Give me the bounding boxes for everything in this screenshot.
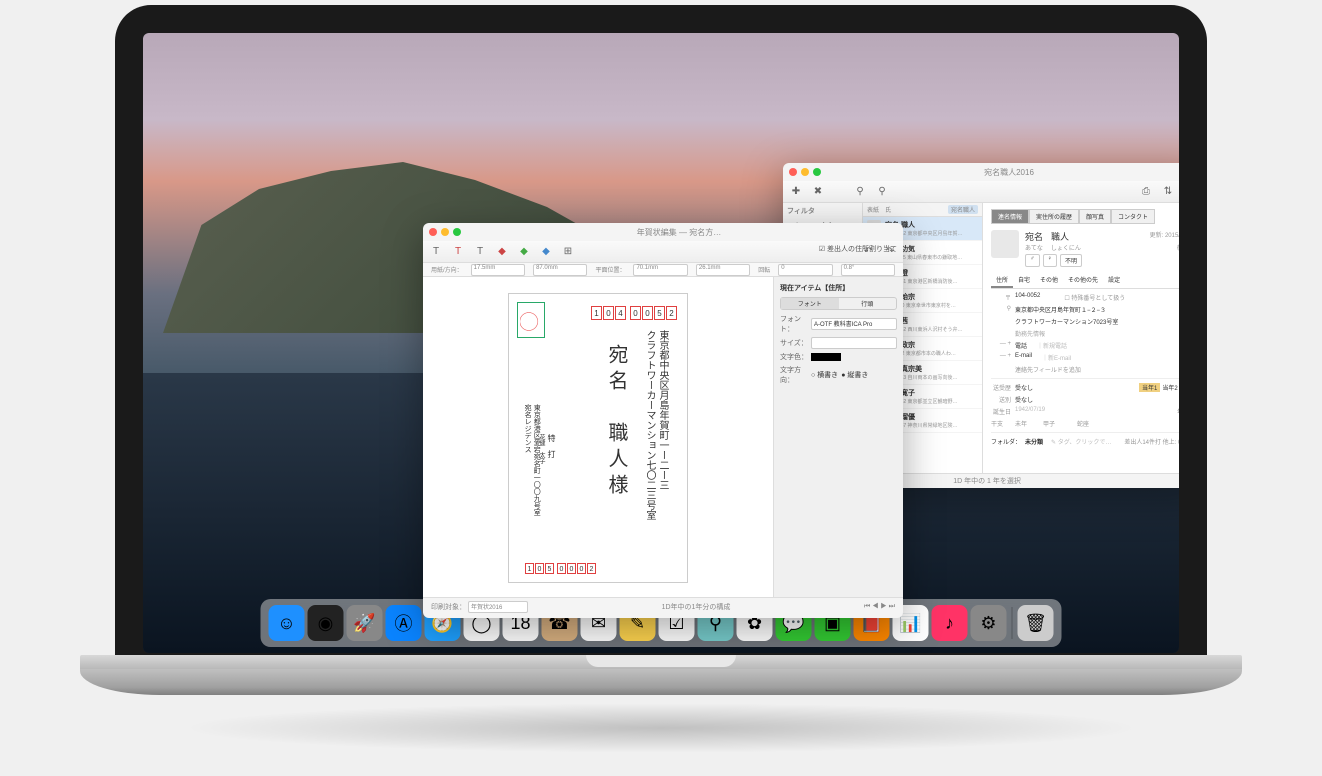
sender-name[interactable]: 特 打花健 太子 [537,434,557,464]
dock-finder-icon[interactable]: ☺ [269,605,305,641]
dock-settings-icon[interactable]: ⚙ [971,605,1007,641]
dock-music-icon[interactable]: ♪ [932,605,968,641]
tab-line[interactable]: 行頭 [839,298,897,309]
avatar[interactable] [991,230,1019,258]
minimize-icon[interactable] [801,168,809,176]
window-title: 年賀状編集 — 宛名方… [461,227,897,238]
toolbar: T T T ◆ ◆ ◆ ⊞ ↶ ↷ ☑ 差出人の住所割り当て [423,241,903,263]
close-icon[interactable] [789,168,797,176]
dock-siri-icon[interactable]: ◉ [308,605,344,641]
status-bar: 印刷対象： 年賀状2016 1D年中の1年分の構成 ⏮ ◀ ▶ ⏭ [423,597,903,615]
shape-tool-3[interactable]: ◆ [539,245,553,259]
sort-icon[interactable]: ⇅ [1161,185,1175,199]
grid-icon[interactable]: ⊞ [561,245,575,259]
building-value[interactable]: クラフトワーカーマンション7023号室 [1015,317,1118,326]
tab-history[interactable]: 実住所の履歴 [1029,209,1079,224]
given-name[interactable]: 職人 [1051,230,1069,243]
dock-trash-icon[interactable]: 🗑 [1018,605,1054,641]
canvas[interactable]: 1040052 東京都中央区月島年賀町一ー二ー三クラフトワーカーマンション七〇二… [423,277,773,597]
gender-male[interactable]: ♂ [1025,254,1040,267]
horizontal-radio[interactable]: ○ 横書き [811,370,838,380]
tab-contact[interactable]: コンタクト [1111,209,1155,224]
sidebar-header: フィルタ [783,203,862,219]
toolbar: ✚ ✖ ⚲ ⚲ ⎙ ⇅ 💾 [783,181,1179,203]
text-tool-3[interactable]: T [473,245,487,259]
addr-tab-other[interactable]: その他 [1035,273,1063,288]
text-tool-2[interactable]: T [451,245,465,259]
recipient-name[interactable]: 宛名 職人様 [602,344,631,500]
sender-zip[interactable]: 1050002 [525,563,596,574]
postcard-editor-window: 年賀状編集 — 宛名方… T T T ◆ ◆ ◆ ⊞ ↶ ↷ ☑ 差出人の住所割… [423,223,903,618]
print-icon[interactable]: ⎙ [1139,185,1153,199]
panel-title: 現在アイテム【住所】 [780,283,897,293]
window-title: 宛名職人2016 [821,167,1179,178]
postcard[interactable]: 1040052 東京都中央区月島年賀町一ー二ー三クラフトワーカーマンション七〇二… [508,293,688,583]
macbook-frame: 宛名職人2016 ✚ ✖ ⚲ ⚲ ⎙ ⇅ 💾 フィルタ すべての宛名 [115,5,1207,775]
gender-unknown[interactable]: 不明 [1060,254,1082,267]
shape-tool-2[interactable]: ◆ [517,245,531,259]
contact-detail: 連名情報 実住所の履歴 顔写真 コンタクト 宛名 職人 更新: [983,203,1179,473]
surname[interactable]: 宛名 [1025,230,1043,243]
vertical-radio[interactable]: ● 縦書き [841,370,868,380]
sender-address-checkbox[interactable]: ☑ 差出人の住所割り当て [819,244,897,254]
screen-bezel: 宛名職人2016 ✚ ✖ ⚲ ⚲ ⎙ ⇅ 💾 フィルタ すべての宛名 [115,5,1207,665]
gender-female[interactable]: ♀ [1043,254,1058,267]
nav-buttons[interactable]: ⏮ ◀ ▶ ⏭ [864,603,895,611]
properties-panel: 現在アイテム【住所】 フォント 行頭 フォント：A-OTF 教科書ICA Pro… [773,277,903,597]
laptop-base [80,655,1242,775]
recipient-address[interactable]: 東京都中央区月島年賀町一ー二ー三クラフトワーカーマンション七〇二三号室 [643,330,669,520]
tab-font[interactable]: フォント [781,298,839,309]
badge: 宛名職人 [948,205,978,214]
detail-tabs: 連名情報 実住所の履歴 顔写真 コンタクト [991,209,1179,224]
minimize-icon[interactable] [441,228,449,236]
desktop: 宛名職人2016 ✚ ✖ ⚲ ⚲ ⎙ ⇅ 💾 フィルタ すべての宛名 [143,33,1179,653]
addr-tab-other2[interactable]: その他の先 [1063,273,1103,288]
text-tool[interactable]: T [429,245,443,259]
recipient-zip[interactable]: 1040052 [591,306,677,320]
search-address-icon[interactable]: ⚲ [853,185,867,199]
titlebar[interactable]: 年賀状編集 — 宛名方… [423,223,903,241]
add-contact-button[interactable]: ✚ [789,185,803,199]
addr-tab-home[interactable]: 自宅 [1013,273,1035,288]
zoom-icon[interactable] [453,228,461,236]
tab-photo[interactable]: 顔写真 [1079,209,1111,224]
print-target-select[interactable]: 年賀状2016 [468,601,528,613]
tab-contact-info[interactable]: 連名情報 [991,209,1029,224]
zip-value[interactable]: 104-0052 [1015,293,1040,302]
zoom-icon[interactable] [813,168,821,176]
shape-tool[interactable]: ◆ [495,245,509,259]
color-picker[interactable] [811,353,841,361]
ruler-bar: 用紙/方向：17.5mm 87.0mm 平面位置：70.1mm 26.1mm 回… [423,263,903,277]
search-person-icon[interactable]: ⚲ [875,185,889,199]
dock-appstore-icon[interactable]: Ⓐ [386,605,422,641]
dock-launchpad-icon[interactable]: 🚀 [347,605,383,641]
font-select[interactable]: A-OTF 教科書ICA Pro [811,318,897,330]
size-input[interactable] [811,337,897,349]
address-value[interactable]: 東京都中央区月島年賀町１−２−３ [1015,305,1106,314]
addr-tab-address[interactable]: 住所 [991,273,1013,288]
addr-tab-settings[interactable]: 設定 [1103,273,1125,288]
stamp [517,302,545,338]
close-icon[interactable] [429,228,437,236]
delete-button[interactable]: ✖ [811,185,825,199]
titlebar[interactable]: 宛名職人2016 [783,163,1179,181]
list-header: 表紙 氏 宛名職人 [863,203,982,217]
